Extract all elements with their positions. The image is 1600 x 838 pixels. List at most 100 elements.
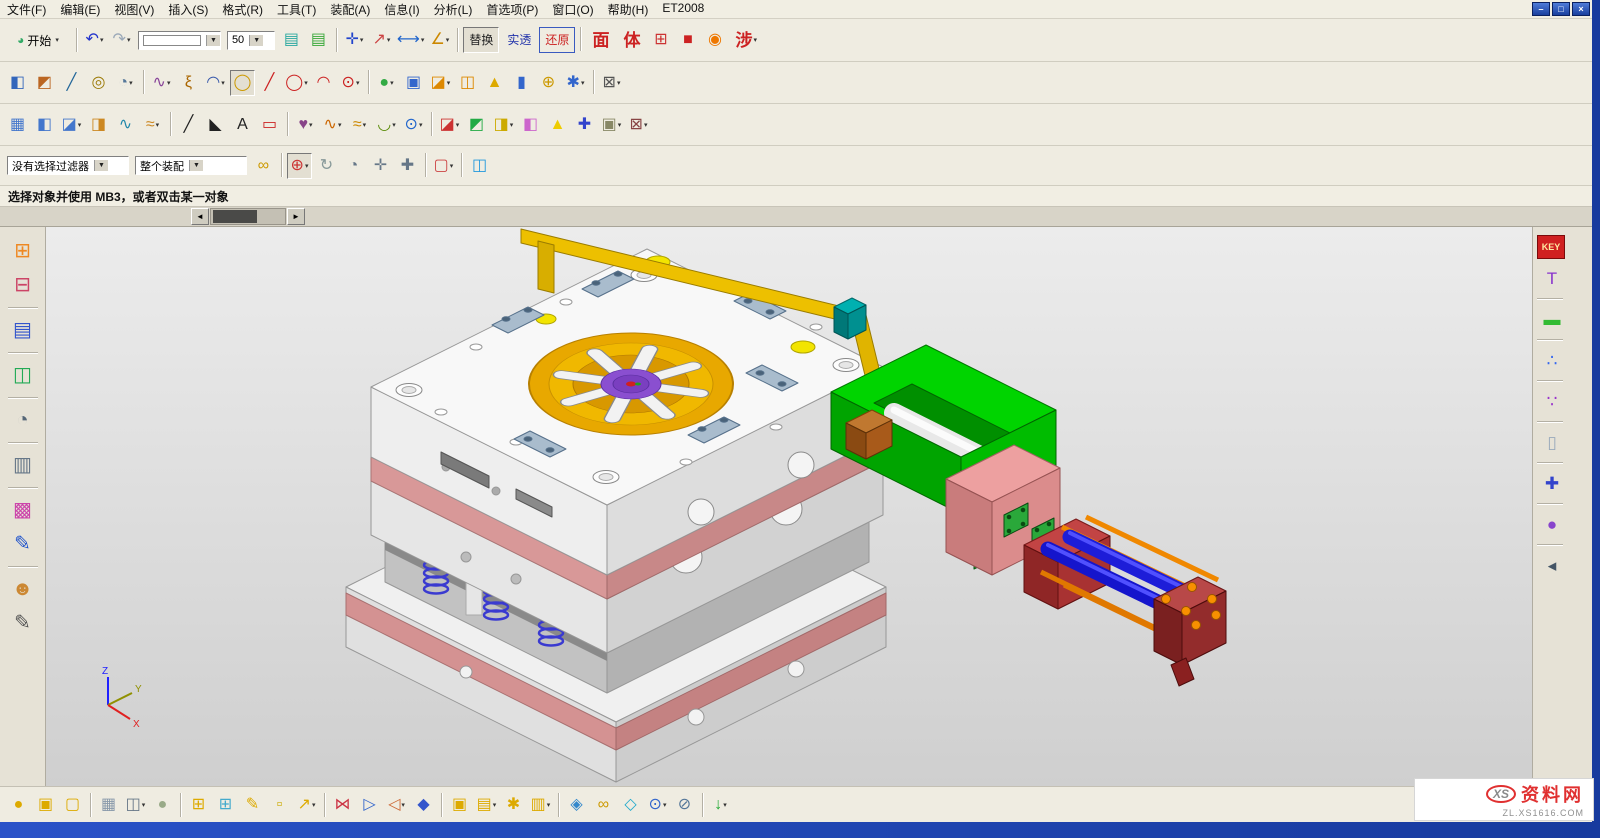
assembly-constraints-icon[interactable]: ◆: [411, 792, 436, 818]
color-palette-icon[interactable]: ▩: [7, 494, 39, 526]
menu-item[interactable]: ET2008: [655, 0, 711, 19]
swept-surface-icon[interactable]: ∿: [113, 112, 138, 138]
graphics-viewport[interactable]: Z Y X: [46, 227, 1532, 786]
line-tool-icon[interactable]: ╱: [257, 70, 282, 96]
clay-model-icon[interactable]: ●: [150, 792, 175, 818]
check-clearance-icon[interactable]: ◇: [618, 792, 643, 818]
arc-tool-icon[interactable]: ◠: [311, 70, 336, 96]
replace-button[interactable]: 替换: [463, 27, 499, 53]
undo-icon[interactable]: ↶▾: [82, 27, 107, 53]
capture-arrangement-icon[interactable]: ◫▾: [123, 792, 148, 818]
move-face-icon[interactable]: ◪▾: [437, 112, 462, 138]
art-spline-icon[interactable]: ♥▾: [293, 112, 318, 138]
datum-csys-icon[interactable]: ✛▾: [342, 27, 367, 53]
menu-item[interactable]: 分析(L): [427, 0, 480, 19]
component-array-icon[interactable]: ▤▾: [474, 792, 499, 818]
system-materials-icon[interactable]: ▥: [7, 449, 39, 481]
gear-tool-icon[interactable]: ✱▾: [563, 70, 588, 96]
restore-button[interactable]: □: [1552, 2, 1570, 16]
assembly-sequence-icon[interactable]: ▥▾: [528, 792, 553, 818]
history-palette-icon[interactable]: ◔: [7, 404, 39, 436]
shaded-display-icon[interactable]: ◔: [341, 153, 366, 179]
menu-item[interactable]: 首选项(P): [479, 0, 545, 19]
offset-face-icon[interactable]: ◩: [464, 112, 489, 138]
helix-icon[interactable]: ξ: [176, 70, 201, 96]
restore-display-button[interactable]: 还原: [539, 27, 575, 53]
snap-mid-point-icon[interactable]: ╱: [59, 70, 84, 96]
annotation-pen-icon[interactable]: ✎: [7, 528, 39, 560]
menu-item[interactable]: 格式(R): [215, 0, 270, 19]
suppress-component-icon[interactable]: ▷: [357, 792, 382, 818]
marquee-select-icon[interactable]: ▢▾: [431, 153, 456, 179]
face-button[interactable]: 面: [586, 27, 615, 53]
layer-visible-in-view-icon[interactable]: ▤: [306, 27, 331, 53]
layer-settings-icon[interactable]: ▤: [279, 27, 304, 53]
scrollbar-thumb[interactable]: [213, 210, 257, 223]
vector-icon[interactable]: ↗▾: [369, 27, 394, 53]
fit-curve-icon[interactable]: ∿▾: [320, 112, 345, 138]
work-layer-combo[interactable]: 50: [227, 31, 275, 50]
circle-tool-icon[interactable]: ◯▾: [284, 70, 309, 96]
edit-component-icon[interactable]: ✎: [240, 792, 265, 818]
replace-face-icon[interactable]: ◨▾: [491, 112, 516, 138]
ruled-surface-icon[interactable]: ◨: [86, 112, 111, 138]
red-cube-icon[interactable]: ■: [675, 27, 700, 53]
blue-cross-icon[interactable]: ✚: [572, 112, 597, 138]
show-structure-icon[interactable]: ▦: [96, 792, 121, 818]
copy-face-icon[interactable]: ⊞: [648, 27, 673, 53]
orient-view-icon[interactable]: ✛: [368, 153, 393, 179]
through-curves-icon[interactable]: ≈▾: [140, 112, 165, 138]
menu-item[interactable]: 装配(A): [323, 0, 377, 19]
break-link-icon[interactable]: ⊘: [672, 792, 697, 818]
info-link-icon[interactable]: ⊙▾: [645, 792, 670, 818]
exploded-view-icon[interactable]: ◈: [564, 792, 589, 818]
sketch-line-icon[interactable]: ╱: [176, 112, 201, 138]
pattern-component-icon[interactable]: ▣: [447, 792, 472, 818]
part-navigator-icon[interactable]: ▤: [7, 314, 39, 346]
purple-ball-tool-icon[interactable]: ●: [1538, 510, 1566, 538]
unite-boolean-icon[interactable]: ◪▾: [428, 70, 453, 96]
rectangle-tool-icon[interactable]: ▭: [257, 112, 282, 138]
interference-button[interactable]: 涉▾: [729, 27, 763, 53]
start-button[interactable]: ◕ 开始▾: [5, 27, 71, 53]
selection-scope-combo[interactable]: 整个装配: [135, 156, 247, 175]
scroll-right-button[interactable]: ►: [287, 208, 305, 225]
point-tool-icon[interactable]: ⊙▾: [338, 70, 363, 96]
move-component-icon[interactable]: ↗▾: [294, 792, 319, 818]
snap-center-icon[interactable]: ◎: [86, 70, 111, 96]
menu-item[interactable]: 视图(V): [107, 0, 161, 19]
assembly-navigator-icon[interactable]: ⊞: [7, 235, 39, 267]
menu-item[interactable]: 插入(S): [161, 0, 215, 19]
surface-patch-icon[interactable]: ◧: [32, 112, 57, 138]
small-cube-icon[interactable]: ▫: [267, 792, 292, 818]
resize-face-icon[interactable]: ◧: [518, 112, 543, 138]
selection-loop-icon[interactable]: ◯: [230, 70, 255, 96]
display-style-combo[interactable]: [138, 31, 221, 50]
menu-item[interactable]: 文件(F): [0, 0, 53, 19]
snap-crosshair-icon[interactable]: ⊕▾: [287, 153, 312, 179]
add-component-icon[interactable]: ⊞: [186, 792, 211, 818]
cone-primitive-icon[interactable]: ▲: [482, 70, 507, 96]
redo-icon[interactable]: ↷▾: [109, 27, 134, 53]
replace-component-icon[interactable]: ◁▾: [384, 792, 409, 818]
measure-angle-icon[interactable]: ∠▾: [427, 27, 452, 53]
green-pad-tool-icon[interactable]: ▬: [1538, 305, 1566, 333]
rotate-view-icon[interactable]: ↻: [314, 153, 339, 179]
menu-item[interactable]: 信息(I): [377, 0, 426, 19]
panel-expand-arrow-icon[interactable]: ◂: [1538, 551, 1566, 579]
pan-view-icon[interactable]: ✚: [395, 153, 420, 179]
four-view-layout-icon[interactable]: ▦: [5, 112, 30, 138]
touch-pen-icon[interactable]: ✎: [7, 607, 39, 639]
measure-distance-icon[interactable]: ⟷▾: [396, 27, 425, 53]
remove-parameters-icon[interactable]: ⊠▾: [626, 112, 651, 138]
open-component-icon[interactable]: ▣: [33, 792, 58, 818]
constraint-navigator-icon[interactable]: ⊟: [7, 269, 39, 301]
cylinder-primitive-icon[interactable]: ▮: [509, 70, 534, 96]
project-curve-icon[interactable]: ◡▾: [374, 112, 399, 138]
import-assembly-icon[interactable]: ↓▾: [708, 792, 733, 818]
orange-ring-icon[interactable]: ◉: [702, 27, 727, 53]
wave-geometry-linker-icon[interactable]: ✱: [501, 792, 526, 818]
menu-item[interactable]: 窗口(O): [545, 0, 600, 19]
snap-quadrant-icon[interactable]: ◔▾: [113, 70, 138, 96]
isometric-view-cube-icon[interactable]: ◫: [467, 153, 492, 179]
